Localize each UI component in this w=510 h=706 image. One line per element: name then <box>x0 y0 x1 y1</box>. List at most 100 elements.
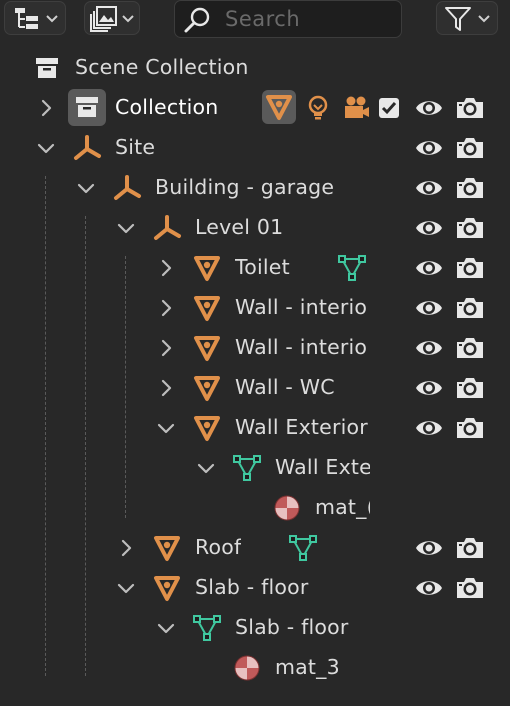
tree-row-wall-exterior[interactable]: Wall Exterior <box>0 408 510 448</box>
eye-icon[interactable] <box>414 176 444 200</box>
material-icon <box>232 653 262 683</box>
chevron-down-icon[interactable] <box>156 418 176 438</box>
mesh-object-icon <box>192 373 222 403</box>
tree-row-slab[interactable]: Slab - floor <box>0 568 510 608</box>
camera-object-icon[interactable] <box>342 94 370 122</box>
tree-row-collection[interactable]: Collection <box>0 88 510 128</box>
render-camera-icon[interactable] <box>454 375 486 401</box>
eye-icon[interactable] <box>414 96 444 120</box>
render-camera-icon[interactable] <box>454 335 486 361</box>
tree-row-site[interactable]: Site <box>0 128 510 168</box>
scene-collection-label: Scene Collection <box>75 55 249 79</box>
chevron-down-icon <box>122 15 134 23</box>
material-icon <box>272 493 302 523</box>
search-placeholder: Search <box>225 7 301 31</box>
tree-row-roof[interactable]: Roof <box>0 528 510 568</box>
render-camera-icon[interactable] <box>454 575 486 601</box>
chevron-down-icon[interactable] <box>116 578 136 598</box>
tree-row-wall-wc[interactable]: Wall - WC <box>0 368 510 408</box>
search-icon <box>184 7 210 33</box>
chevron-down-icon[interactable] <box>196 458 216 478</box>
building-label: Building - garage <box>155 175 335 199</box>
eye-icon[interactable] <box>414 296 444 320</box>
eye-icon[interactable] <box>414 336 444 360</box>
empty-object-icon <box>152 213 182 243</box>
wall-wc-label: Wall - WC <box>235 375 335 399</box>
tree-row-material[interactable]: mat_( <box>0 488 510 528</box>
mesh-object-icon <box>192 333 222 363</box>
render-camera-icon[interactable] <box>454 215 486 241</box>
level-label: Level 01 <box>195 215 284 239</box>
chevron-right-icon[interactable] <box>116 538 136 558</box>
eye-icon[interactable] <box>414 376 444 400</box>
display-mode-dropdown[interactable] <box>4 1 66 35</box>
collection-icon-button[interactable] <box>68 89 106 126</box>
search-input[interactable]: Search <box>174 0 402 38</box>
mesh-filter-toggle[interactable] <box>262 90 296 124</box>
chevron-right-icon[interactable] <box>156 378 176 398</box>
filter-dropdown[interactable] <box>436 1 498 35</box>
tree-row-toilet[interactable]: Toilet <box>0 248 510 288</box>
chevron-down-icon[interactable] <box>156 618 176 638</box>
outliner-header: Search <box>0 0 510 40</box>
tree-row-wall-interior[interactable]: Wall - interio <box>0 328 510 368</box>
collection-label: Collection <box>115 95 219 119</box>
material-label: mat_( <box>315 495 370 519</box>
slab-mesh-label: Slab - floor <box>235 615 349 639</box>
tree-row-wall-interior[interactable]: Wall - interio <box>0 288 510 328</box>
tree-row-material[interactable]: mat_3 <box>0 648 510 688</box>
mesh-object-icon <box>192 293 222 323</box>
eye-icon[interactable] <box>414 256 444 280</box>
wall-interior-label: Wall - interio <box>235 295 368 319</box>
empty-object-icon <box>72 133 102 163</box>
eye-icon[interactable] <box>414 136 444 160</box>
render-camera-icon[interactable] <box>454 95 486 121</box>
render-camera-icon[interactable] <box>454 135 486 161</box>
chevron-right-icon[interactable] <box>156 258 176 278</box>
chevron-down-icon[interactable] <box>116 218 136 238</box>
slab-label: Slab - floor <box>195 575 309 599</box>
wall-exterior-mesh-label: Wall Exte <box>275 455 370 479</box>
roof-label: Roof <box>195 535 242 559</box>
tree-row-level[interactable]: Level 01 <box>0 208 510 248</box>
eye-icon[interactable] <box>414 576 444 600</box>
chevron-down-icon[interactable] <box>76 178 96 198</box>
mesh-object-icon <box>264 92 294 122</box>
mesh-object-icon <box>192 253 222 283</box>
render-camera-icon[interactable] <box>454 295 486 321</box>
wall-exterior-label: Wall Exterior <box>235 415 368 439</box>
collection-icon <box>72 92 102 122</box>
filter-view-dropdown[interactable] <box>84 1 140 35</box>
mesh-object-icon <box>152 533 182 563</box>
eye-icon[interactable] <box>414 416 444 440</box>
chevron-down-icon <box>478 15 490 23</box>
chevron-right-icon[interactable] <box>156 298 176 318</box>
checkbox-checked-icon[interactable] <box>378 97 400 119</box>
empty-object-icon <box>112 173 142 203</box>
render-camera-icon[interactable] <box>454 255 486 281</box>
render-camera-icon[interactable] <box>454 535 486 561</box>
tree-row-building[interactable]: Building - garage <box>0 168 510 208</box>
mesh-data-icon[interactable] <box>288 533 318 563</box>
image-layers-icon <box>90 6 117 32</box>
tree-row-wall-exterior-mesh[interactable]: Wall Exte <box>0 448 510 488</box>
light-bulb-icon[interactable] <box>306 94 330 122</box>
wall-interior-label: Wall - interio <box>235 335 368 359</box>
funnel-icon <box>445 7 471 31</box>
site-label: Site <box>115 135 156 159</box>
chevron-right-icon[interactable] <box>36 98 56 118</box>
eye-icon[interactable] <box>414 536 444 560</box>
chevron-right-icon[interactable] <box>156 338 176 358</box>
eye-icon[interactable] <box>414 216 444 240</box>
chevron-down-icon[interactable] <box>36 138 56 158</box>
toilet-label: Toilet <box>235 255 290 279</box>
outliner-display-mode-icon <box>15 8 38 29</box>
render-camera-icon[interactable] <box>454 175 486 201</box>
chevron-down-icon <box>46 15 58 23</box>
tree-row-slab-mesh[interactable]: Slab - floor <box>0 608 510 648</box>
mesh-object-icon <box>152 573 182 603</box>
tree-row-scene-collection[interactable]: Scene Collection <box>0 48 510 88</box>
mesh-data-icon <box>232 453 262 483</box>
render-camera-icon[interactable] <box>454 415 486 441</box>
mesh-data-icon[interactable] <box>337 253 367 283</box>
